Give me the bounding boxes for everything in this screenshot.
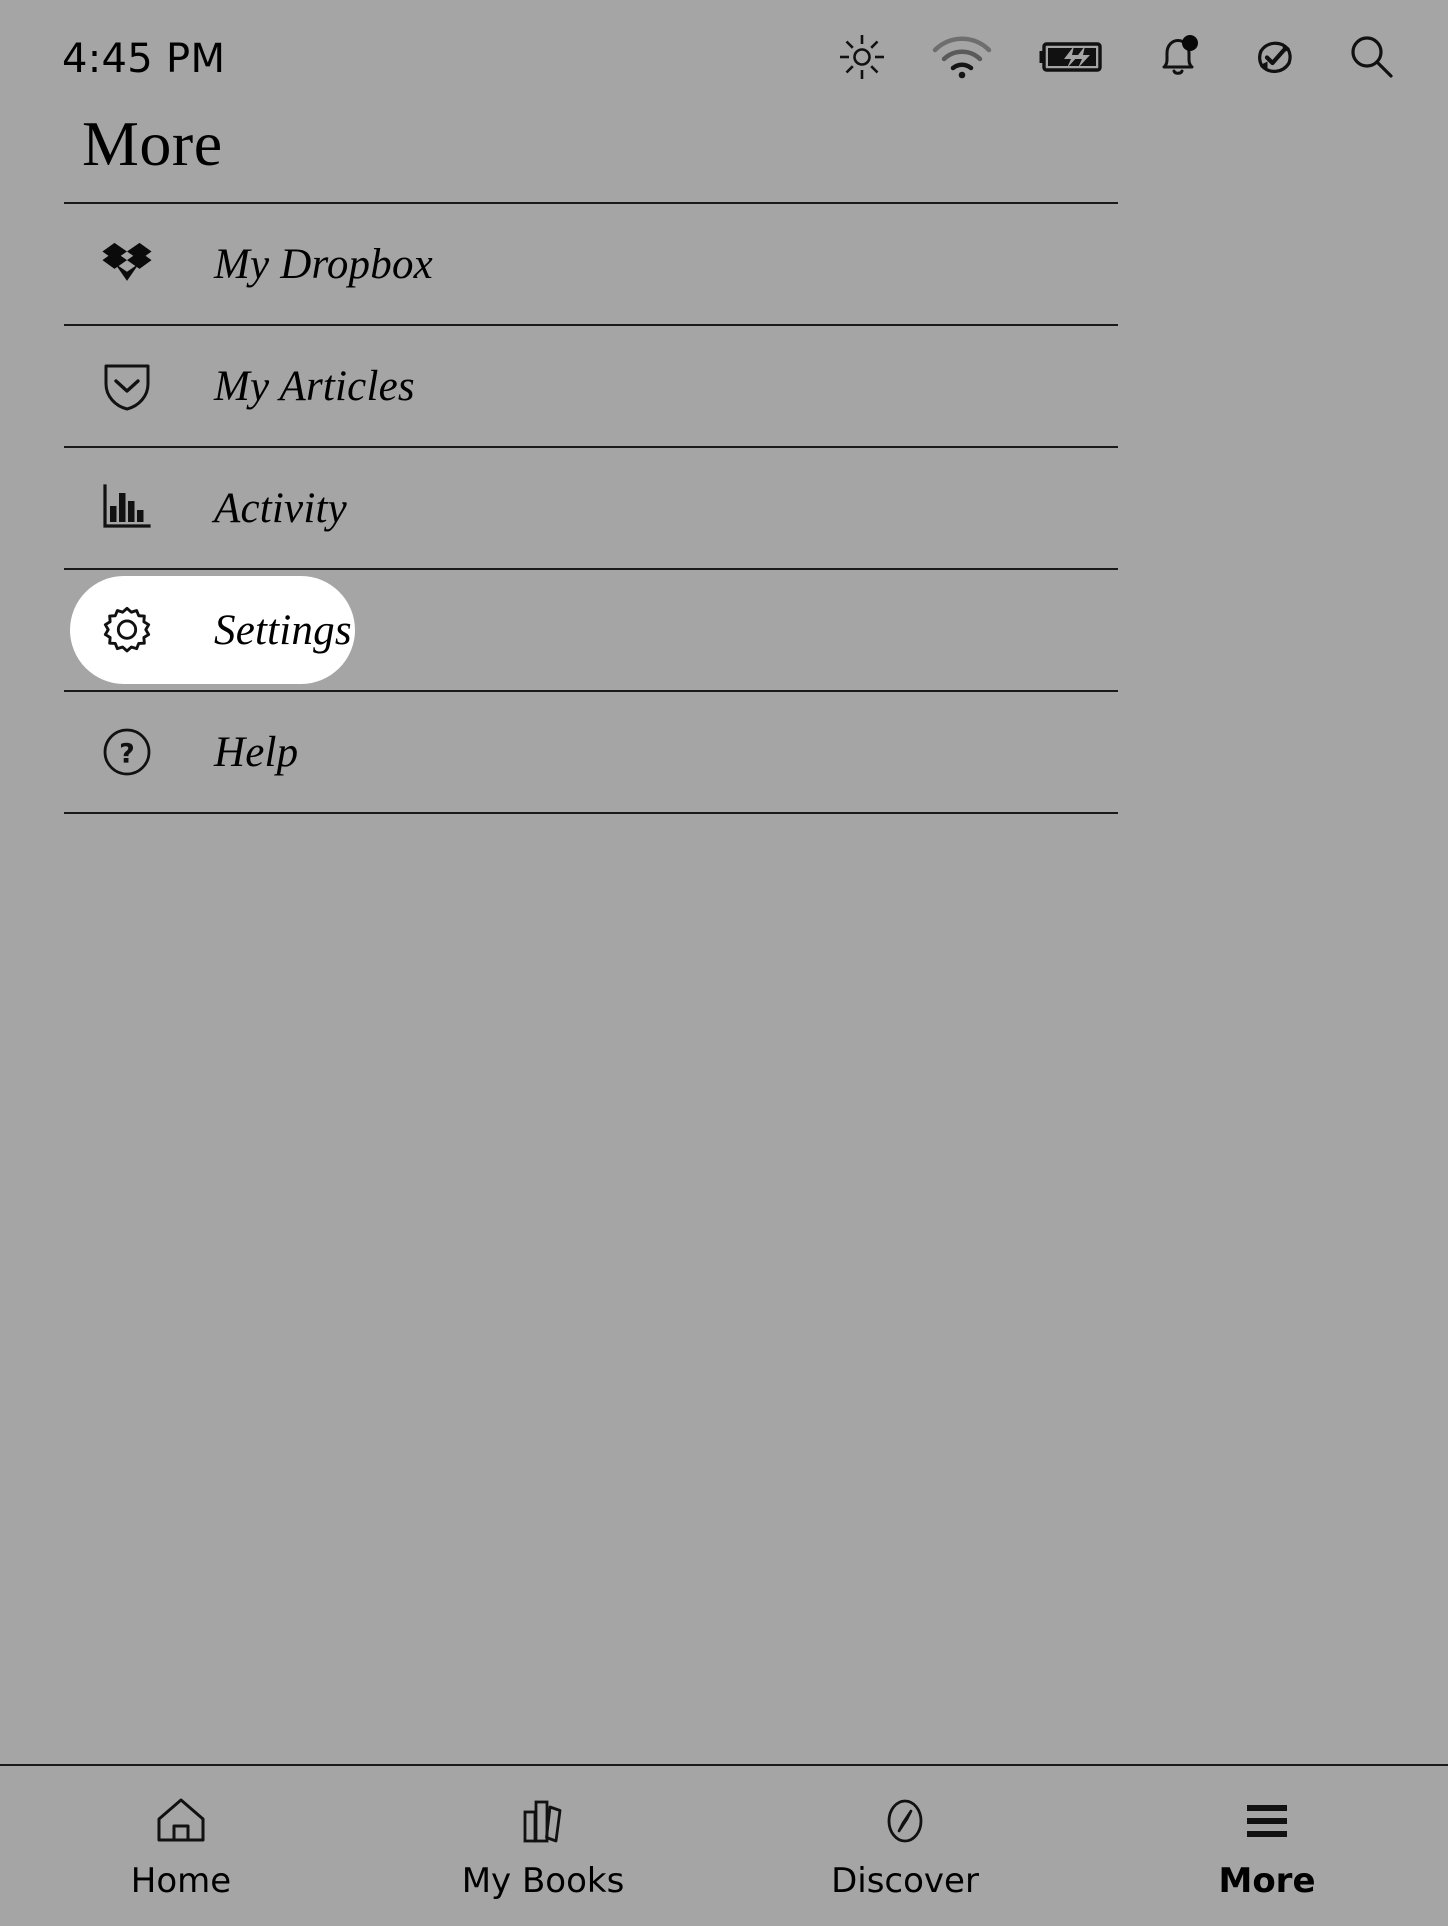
status-bar: 4:45 PM — [0, 0, 1448, 118]
menu-item-label: Help — [214, 731, 298, 774]
home-icon — [153, 1792, 209, 1850]
bottom-navigation-bar: Home My Books Discover — [0, 1764, 1448, 1926]
question-circle-icon: ? — [101, 726, 153, 778]
menu-item-my-dropbox[interactable]: My Dropbox — [64, 204, 1384, 324]
compass-icon — [877, 1792, 933, 1850]
nav-item-label: Home — [131, 1864, 231, 1898]
bar-chart-icon — [101, 482, 153, 534]
menu-item-activity[interactable]: Activity — [64, 448, 1384, 568]
nav-item-home[interactable]: Home — [0, 1792, 362, 1898]
nav-item-label: Discover — [831, 1864, 979, 1898]
nav-item-my-books[interactable]: My Books — [362, 1792, 724, 1898]
search-icon[interactable] — [1346, 31, 1398, 88]
menu-item-label: Activity — [214, 487, 347, 530]
gear-icon — [101, 604, 153, 656]
page-title: More — [0, 112, 1448, 176]
pocket-icon — [101, 360, 153, 412]
hamburger-icon — [1239, 1792, 1295, 1850]
wifi-icon[interactable] — [932, 35, 992, 84]
menu-item-label: My Articles — [214, 365, 415, 408]
nav-item-discover[interactable]: Discover — [724, 1792, 1086, 1898]
nav-item-label: More — [1218, 1864, 1315, 1898]
menu-item-settings[interactable]: Settings — [64, 570, 1384, 690]
menu-item-help[interactable]: ? Help — [64, 692, 1384, 812]
battery-charging-icon[interactable] — [1038, 37, 1108, 82]
status-clock: 4:45 PM — [62, 39, 225, 79]
sync-check-icon[interactable] — [1250, 32, 1300, 87]
svg-text:?: ? — [119, 739, 135, 770]
more-menu-list: My Dropbox My Articles — [0, 202, 1448, 814]
list-divider — [64, 812, 1118, 814]
e-reader-more-screen: 4:45 PM — [0, 0, 1448, 1926]
content-spacer — [0, 814, 1448, 1764]
nav-item-more[interactable]: More — [1086, 1792, 1448, 1898]
notification-bell-icon[interactable] — [1154, 32, 1204, 87]
menu-item-label: Settings — [214, 609, 352, 652]
books-icon — [515, 1792, 571, 1850]
brightness-icon[interactable] — [838, 33, 886, 86]
dropbox-icon — [101, 238, 153, 290]
nav-item-label: My Books — [462, 1864, 625, 1898]
menu-item-label: My Dropbox — [214, 243, 433, 286]
menu-item-my-articles[interactable]: My Articles — [64, 326, 1384, 446]
status-icon-group — [838, 31, 1408, 88]
